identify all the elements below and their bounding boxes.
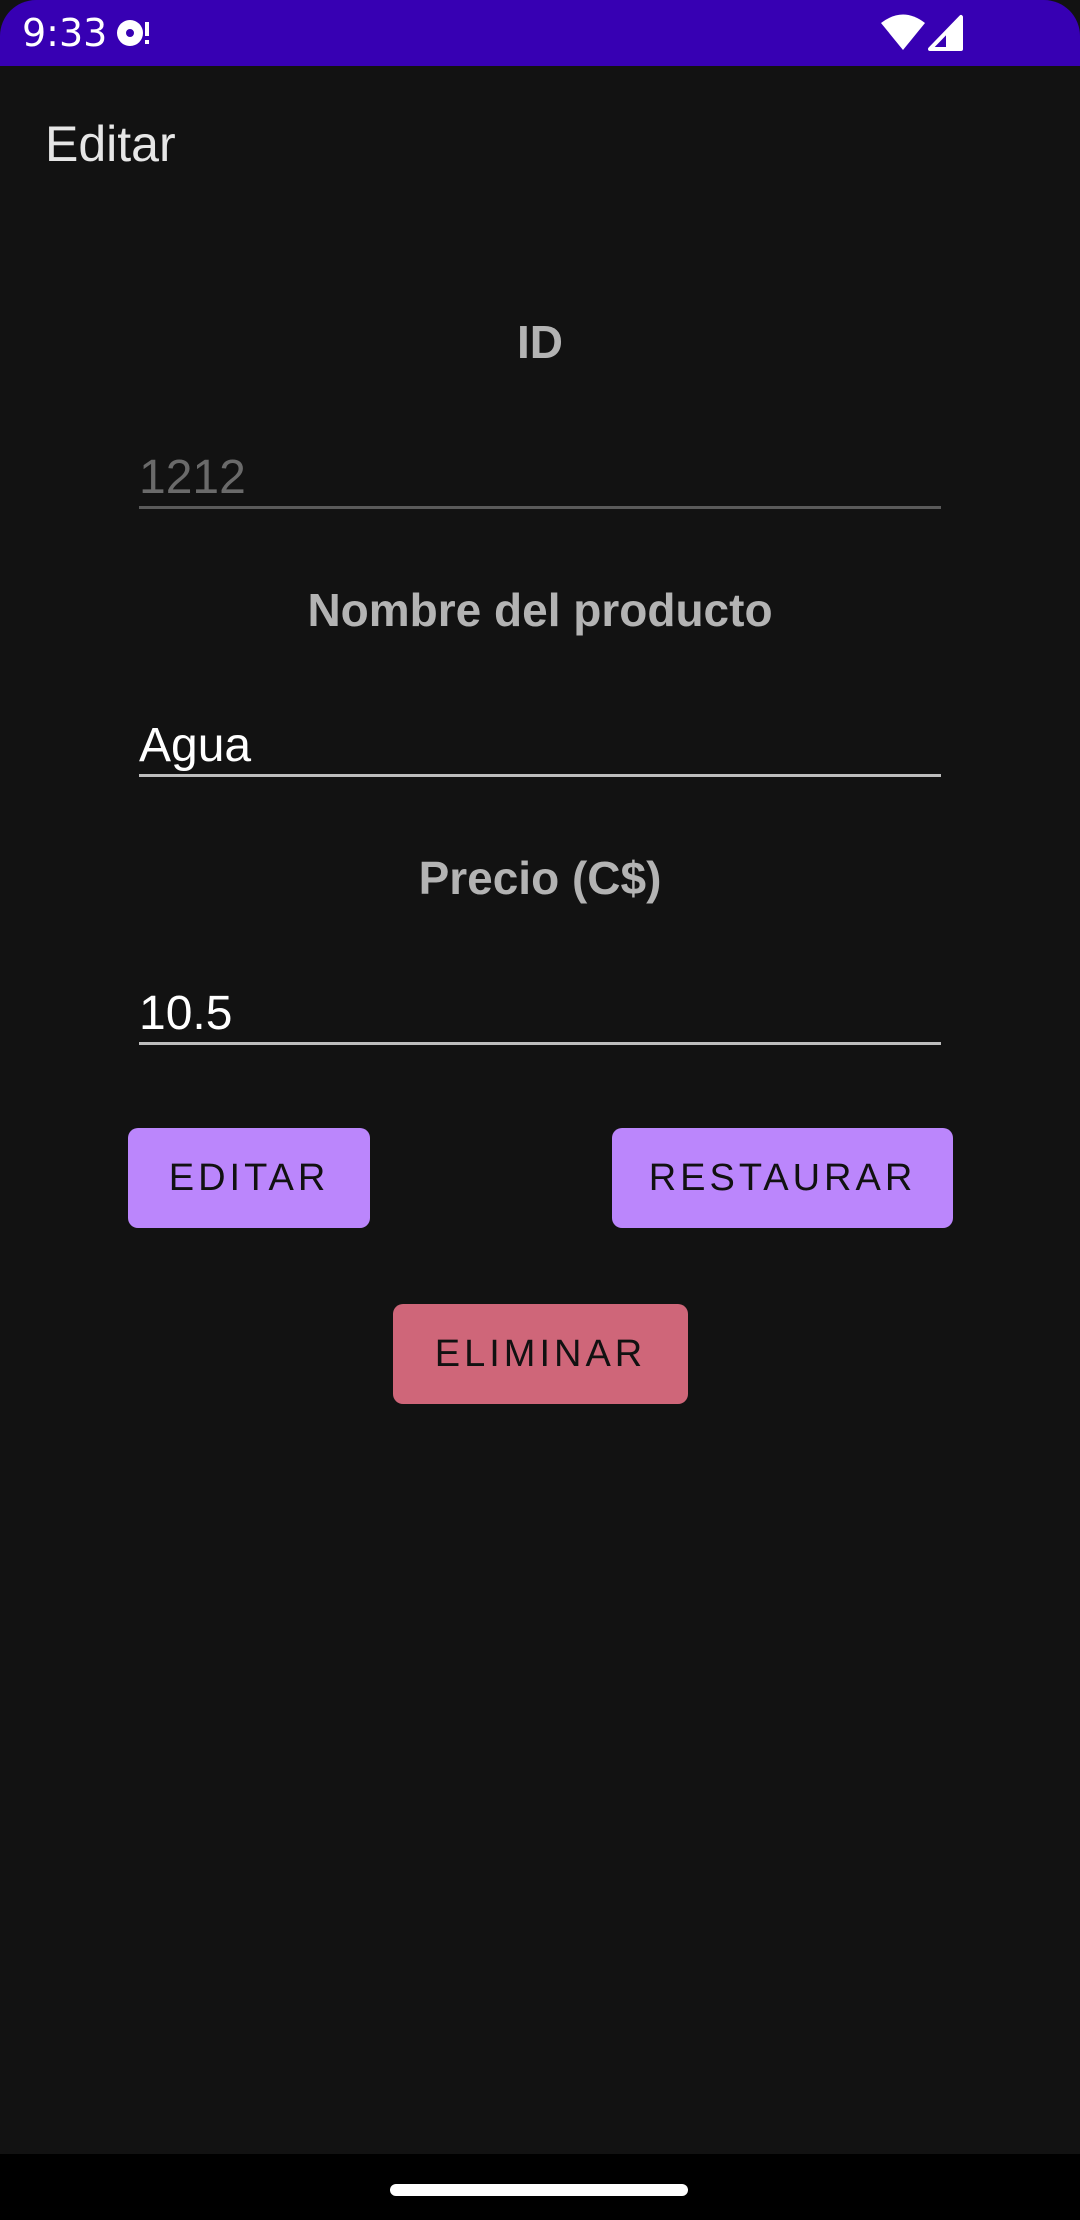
wifi-icon — [881, 14, 925, 50]
page-title: Editar — [45, 116, 176, 172]
edit-product-screen: 9:33 Editar ID Nombre del producto Preci… — [0, 0, 1080, 2220]
product-name-label: Nombre del producto — [307, 584, 773, 636]
delete-button[interactable]: ELIMINAR — [393, 1304, 688, 1404]
id-field-underline — [139, 506, 941, 509]
edit-button[interactable]: EDITAR — [128, 1128, 370, 1228]
cell-signal-icon — [928, 15, 963, 51]
app-bar: Editar — [0, 66, 1080, 226]
navigation-bar — [0, 2154, 1080, 2220]
id-label: ID — [517, 316, 563, 368]
media-notification-icon — [117, 20, 149, 46]
price-label: Precio (C$) — [418, 852, 662, 904]
product-name-underline — [139, 774, 941, 777]
restore-button[interactable]: RESTAURAR — [612, 1128, 953, 1228]
gesture-handle[interactable] — [390, 2184, 688, 2196]
status-time: 9:33 — [22, 11, 108, 55]
status-bar: 9:33 — [0, 0, 1080, 66]
product-name-field[interactable] — [139, 700, 941, 780]
id-field — [139, 432, 941, 512]
price-underline — [139, 1042, 941, 1045]
price-field[interactable] — [139, 968, 941, 1048]
